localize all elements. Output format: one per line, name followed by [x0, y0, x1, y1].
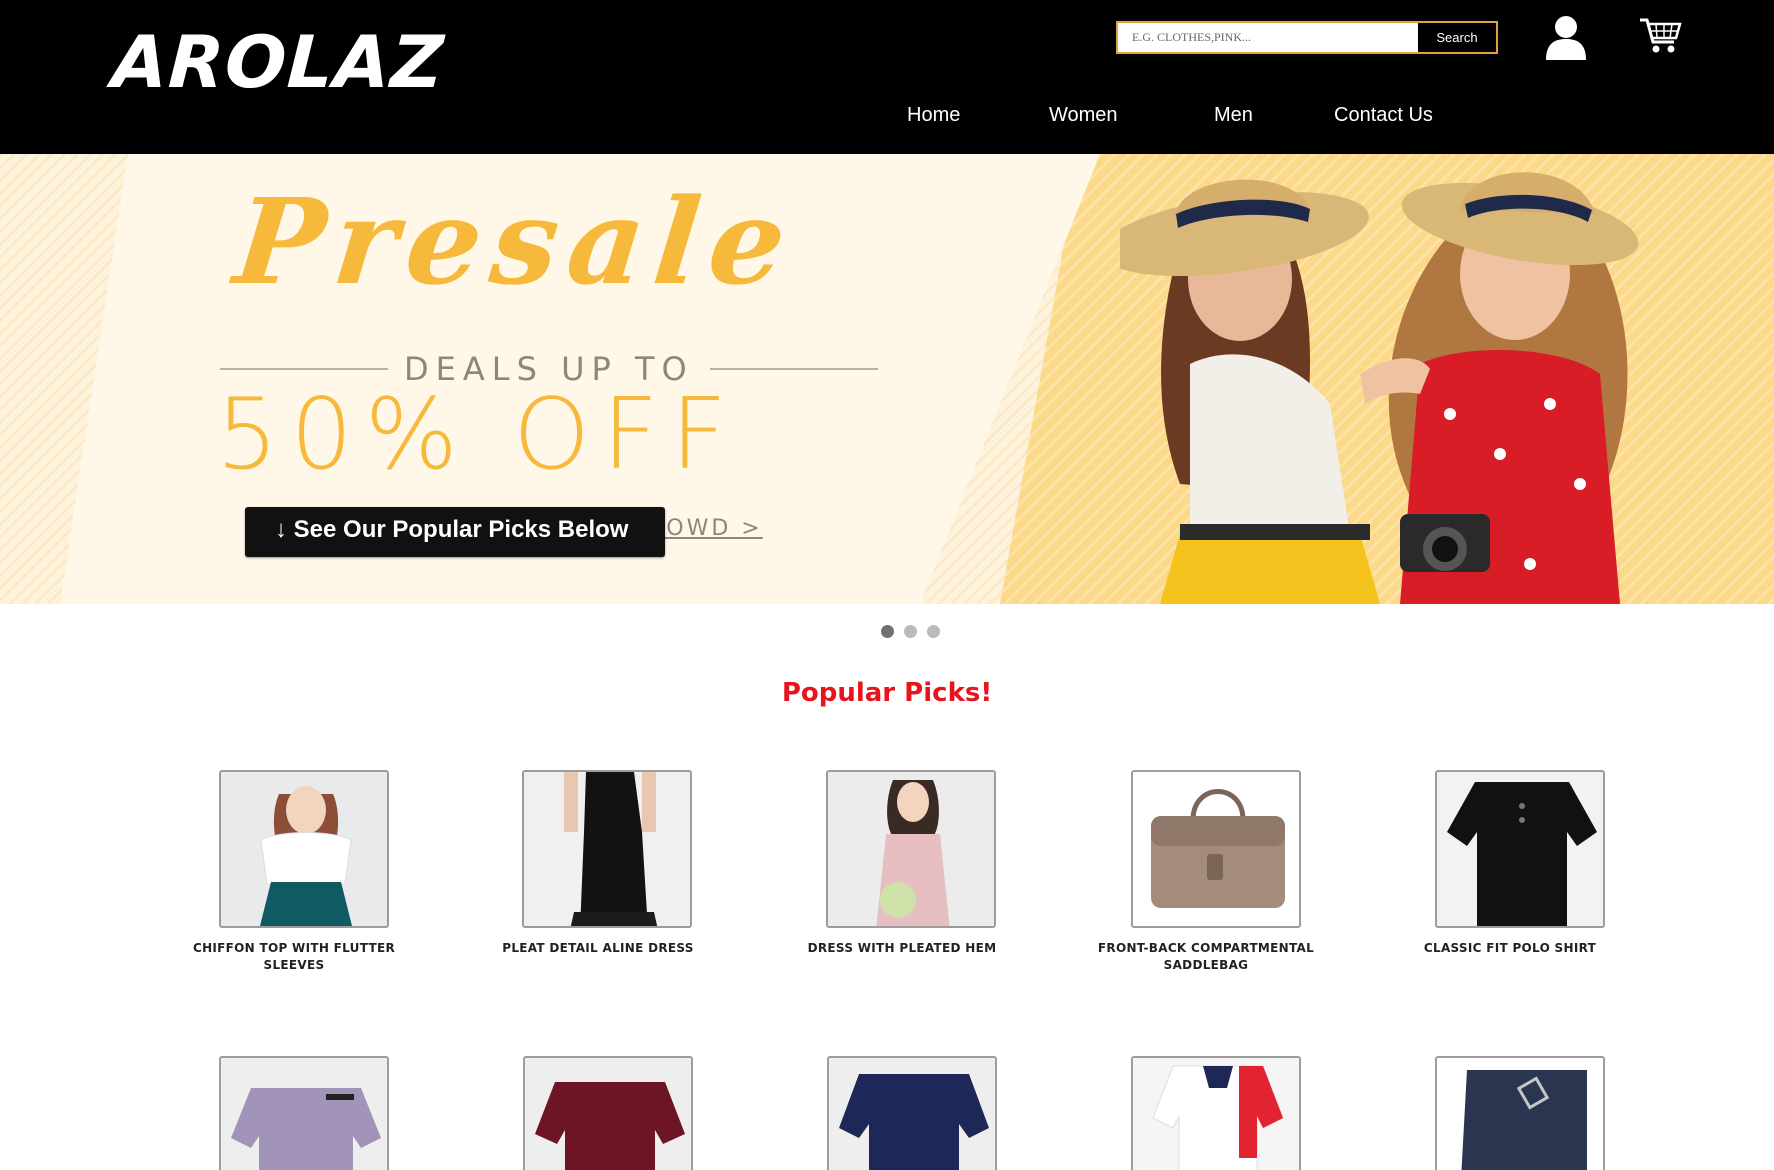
- carousel-dots: [881, 625, 941, 639]
- product-image[interactable]: [1131, 770, 1301, 928]
- user-icon[interactable]: [1544, 14, 1588, 60]
- product-image[interactable]: [826, 770, 996, 928]
- see-popular-picks-button[interactable]: ↓ See Our Popular Picks Below: [245, 507, 665, 557]
- popular-picks-title: Popular Picks!: [781, 678, 993, 708]
- site-header: AROLAZ Search Home Women Men Contact Us: [0, 0, 1774, 154]
- product-image[interactable]: [219, 770, 389, 928]
- product-image[interactable]: [219, 1056, 389, 1170]
- hero-discount-text: 50% OFF: [216, 378, 739, 492]
- nav-home[interactable]: Home: [907, 104, 960, 127]
- deals-rule-left: [220, 368, 388, 370]
- product-name[interactable]: FRONT-BACK COMPARTMENTAL SADDLEBAG: [1086, 940, 1326, 974]
- search-bar: Search: [1116, 21, 1498, 54]
- hero-partial-link: ROWD >: [648, 516, 763, 541]
- search-input[interactable]: [1118, 23, 1418, 52]
- nav-contact-us[interactable]: Contact Us: [1334, 104, 1433, 127]
- product-image[interactable]: [1131, 1056, 1301, 1170]
- nav-women[interactable]: Women: [1049, 104, 1118, 127]
- carousel-dot-3[interactable]: [927, 625, 940, 638]
- page: AROLAZ Search Home Women Men Contact Us: [0, 0, 1774, 1170]
- hero-headline: Presale: [228, 172, 803, 311]
- product-image[interactable]: [827, 1056, 997, 1170]
- hero-photo: [1120, 172, 1639, 604]
- hero-banner: Presale DEALS UP TO 50% OFF ROWD > ↓ See…: [0, 154, 1774, 604]
- product-image[interactable]: [1435, 1056, 1605, 1170]
- site-logo[interactable]: AROLAZ: [110, 20, 447, 104]
- product-name[interactable]: DRESS WITH PLEATED HEM: [782, 940, 1022, 957]
- carousel-dot-2[interactable]: [904, 625, 917, 638]
- cart-icon[interactable]: [1638, 16, 1682, 56]
- search-button[interactable]: Search: [1418, 23, 1496, 52]
- main-nav: Home Women Men Contact Us: [0, 104, 1774, 134]
- product-image[interactable]: [523, 1056, 693, 1170]
- product-image[interactable]: [522, 770, 692, 928]
- product-name[interactable]: CLASSIC FIT POLO SHIRT: [1390, 940, 1630, 957]
- deals-rule-right: [710, 368, 878, 370]
- carousel-dot-1[interactable]: [881, 625, 894, 638]
- product-name[interactable]: PLEAT DETAIL ALINE DRESS: [478, 940, 718, 957]
- product-name[interactable]: CHIFFON TOP WITH FLUTTER SLEEVES: [174, 940, 414, 974]
- nav-men[interactable]: Men: [1214, 104, 1253, 127]
- product-image[interactable]: [1435, 770, 1605, 928]
